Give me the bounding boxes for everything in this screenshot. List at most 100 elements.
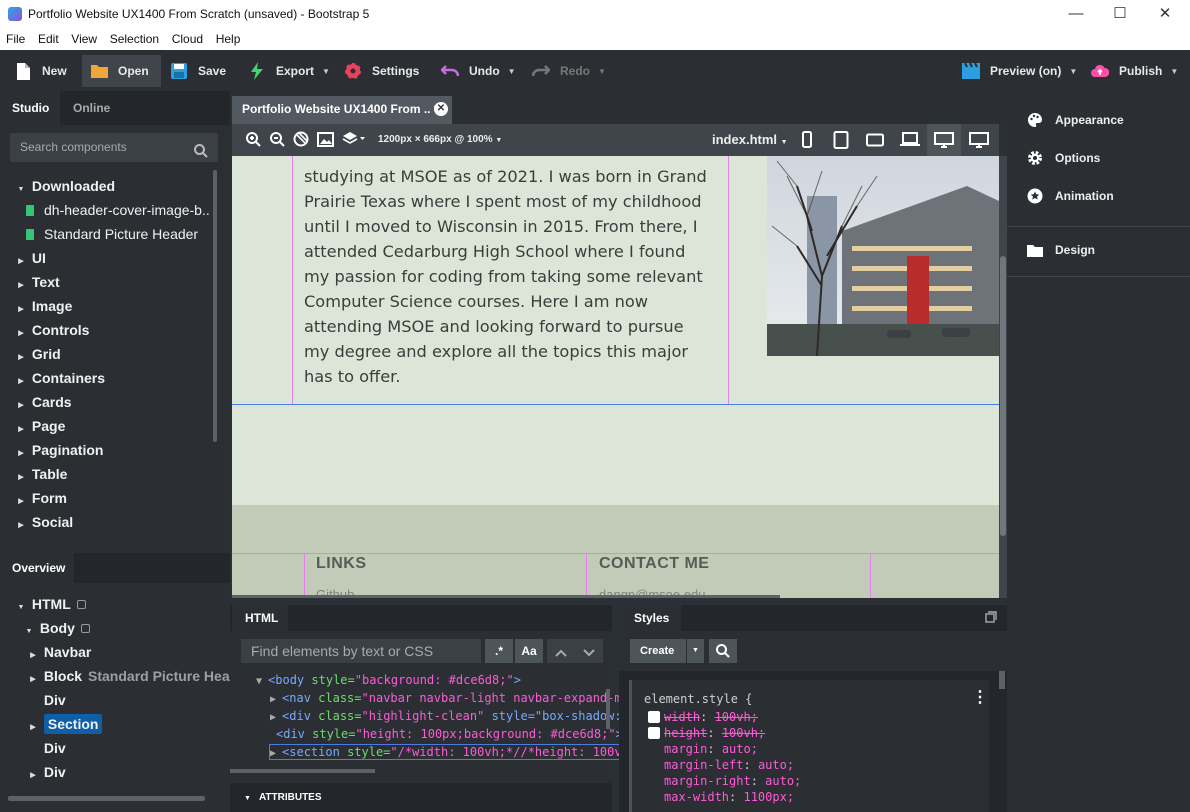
design-canvas[interactable]: studying at MSOE as of 2021. I was born … bbox=[232, 156, 999, 598]
tab-studio[interactable]: Studio bbox=[0, 91, 60, 125]
html-code-line[interactable]: <div style="height: 100px;background: #d… bbox=[270, 727, 666, 741]
overview-node[interactable]: ▼ HTML bbox=[14, 592, 230, 616]
settings-button[interactable]: Settings bbox=[344, 56, 419, 86]
category-item[interactable]: ▶ Grid bbox=[14, 342, 60, 366]
canvas-hscrollbar[interactable] bbox=[232, 595, 780, 598]
device-phone-icon[interactable] bbox=[801, 131, 813, 151]
menu-cloud[interactable]: Cloud bbox=[172, 29, 203, 46]
menu-selection[interactable]: Selection bbox=[110, 29, 159, 46]
publish-button[interactable]: Publish ▼ bbox=[1091, 56, 1178, 86]
create-rule-button[interactable]: Create ▼ bbox=[630, 639, 704, 663]
options-item[interactable]: Options bbox=[1027, 150, 1100, 166]
export-button[interactable]: Export ▼ bbox=[248, 56, 330, 86]
create-caret-icon[interactable]: ▼ bbox=[686, 639, 704, 663]
tab-styles[interactable]: Styles bbox=[619, 605, 681, 631]
html-code-line[interactable]: ▼ <body style="background: #dce6d8;"> bbox=[256, 673, 521, 687]
category-item[interactable]: ▶ Form bbox=[14, 486, 67, 510]
html-vscrollbar[interactable] bbox=[606, 689, 610, 729]
category-item[interactable]: ▶ Social bbox=[14, 510, 73, 534]
image-placeholder-icon[interactable] bbox=[317, 132, 334, 150]
style-declaration[interactable]: max-width: 1100px; bbox=[650, 790, 970, 804]
category-item[interactable]: ▶ Image bbox=[14, 294, 72, 318]
next-match-button[interactable] bbox=[575, 639, 603, 663]
about-paragraph[interactable]: studying at MSOE as of 2021. I was born … bbox=[304, 164, 714, 389]
regex-toggle-button[interactable]: .* bbox=[485, 639, 513, 663]
search-icon[interactable] bbox=[194, 140, 208, 169]
undo-button[interactable]: Undo ▼ bbox=[441, 56, 516, 86]
overview-scrollbar[interactable] bbox=[8, 796, 205, 801]
overview-node[interactable]: Div bbox=[26, 736, 230, 760]
overview-node[interactable]: ▶ Navbar bbox=[26, 640, 230, 664]
device-desktop-button[interactable] bbox=[927, 124, 961, 156]
zoom-out-icon[interactable] bbox=[270, 132, 285, 150]
menu-edit[interactable]: Edit bbox=[38, 29, 59, 46]
style-declaration[interactable]: margin: auto; bbox=[650, 742, 970, 756]
category-item[interactable]: ▶ Page bbox=[14, 414, 65, 438]
category-item[interactable]: ▶ Containers bbox=[14, 366, 105, 390]
design-item[interactable]: Design bbox=[1027, 242, 1095, 258]
canvas-vscrollbar[interactable] bbox=[999, 156, 1007, 598]
overview-node[interactable]: ▶ Div bbox=[26, 760, 230, 784]
html-code-line[interactable]: ▶ <div class="highlight-clean" style="box… bbox=[270, 709, 679, 723]
document-tab[interactable]: Portfolio Website UX1400 From .. * ✕ bbox=[232, 96, 452, 124]
appearance-item[interactable]: Appearance bbox=[1027, 112, 1124, 128]
overview-node[interactable]: ▶ Block Standard Picture Header bbox=[26, 664, 230, 688]
tab-online[interactable]: Online bbox=[73, 91, 110, 125]
previous-match-button[interactable] bbox=[547, 639, 575, 663]
footer-section[interactable]: LINKS Github CONTACT ME dangn@msoe.edu bbox=[232, 505, 999, 598]
device-tablet-landscape-icon[interactable] bbox=[866, 133, 884, 150]
category-item[interactable]: ▶ Controls bbox=[14, 318, 89, 342]
device-laptop-icon[interactable] bbox=[900, 132, 920, 150]
close-tab-icon[interactable]: ✕ bbox=[434, 102, 448, 116]
style-declaration[interactable]: margin-right: auto; bbox=[650, 774, 970, 788]
toggle-outline-icon[interactable] bbox=[293, 131, 309, 150]
category-item[interactable]: ▶ Cards bbox=[14, 390, 71, 414]
search-styles-button[interactable] bbox=[709, 639, 737, 663]
menu-view[interactable]: View bbox=[71, 29, 97, 46]
category-item[interactable]: ▶ Table bbox=[14, 462, 67, 486]
style-declaration[interactable]: height: 100vh; bbox=[648, 726, 970, 740]
styles-scrollbar[interactable] bbox=[999, 671, 1005, 689]
library-scrollbar[interactable] bbox=[213, 170, 217, 442]
component-item[interactable]: Standard Picture Header bbox=[26, 222, 198, 246]
style-declaration[interactable]: margin-left: auto; bbox=[650, 758, 970, 772]
category-item[interactable]: ▶ Text bbox=[14, 270, 59, 294]
popout-panel-icon[interactable] bbox=[985, 611, 997, 626]
component-search-input[interactable]: Search components bbox=[10, 133, 218, 162]
viewport-size-dropdown[interactable]: 1200px × 666px @ 100% ▼ bbox=[378, 134, 502, 145]
open-button[interactable]: Open bbox=[82, 55, 161, 87]
animation-item[interactable]: Animation bbox=[1027, 188, 1114, 204]
maximize-button[interactable]: ☐ bbox=[1110, 4, 1130, 24]
attributes-section[interactable]: ▼ ATTRIBUTES bbox=[230, 783, 612, 812]
category-item[interactable]: ▶ Pagination bbox=[14, 438, 103, 462]
minimize-button[interactable]: — bbox=[1066, 4, 1086, 24]
zoom-in-icon[interactable] bbox=[246, 132, 261, 150]
new-button[interactable]: New bbox=[14, 56, 67, 86]
device-tablet-icon[interactable] bbox=[833, 131, 849, 152]
find-elements-input[interactable]: Find elements by text or CSS bbox=[241, 639, 481, 663]
more-options-icon[interactable]: ⋮ bbox=[972, 690, 988, 706]
close-window-button[interactable]: ✕ bbox=[1155, 4, 1175, 24]
style-rule-block[interactable]: element.style { ⋮ width: 100vh; height: 1… bbox=[629, 680, 989, 812]
menu-help[interactable]: Help bbox=[216, 29, 241, 46]
match-case-button[interactable]: Aa bbox=[515, 639, 543, 663]
menu-file[interactable]: File bbox=[6, 29, 25, 46]
overview-node[interactable]: ▼ Body bbox=[22, 616, 230, 640]
page-file-dropdown[interactable]: index.html ▼ bbox=[712, 132, 788, 147]
rule-toggle-checkbox[interactable] bbox=[648, 711, 660, 723]
preview-button[interactable]: Preview (on) ▼ bbox=[962, 56, 1077, 86]
layers-icon[interactable] bbox=[342, 131, 366, 150]
category-downloaded[interactable]: ▼ Downloaded bbox=[14, 174, 116, 198]
category-item[interactable]: ▶ UI bbox=[14, 246, 46, 270]
overview-node[interactable]: ▶ Section bbox=[26, 712, 230, 736]
tab-overview[interactable]: Overview bbox=[0, 553, 74, 583]
save-button[interactable]: Save bbox=[170, 56, 226, 86]
tab-html[interactable]: HTML bbox=[232, 605, 288, 631]
html-hscrollbar[interactable] bbox=[230, 769, 375, 773]
redo-button[interactable]: Redo ▼ bbox=[532, 56, 606, 86]
rule-toggle-checkbox[interactable] bbox=[648, 727, 660, 739]
campus-building-image[interactable] bbox=[767, 156, 999, 356]
style-declaration[interactable]: width: 100vh; bbox=[648, 710, 970, 724]
component-item[interactable]: dh-header-cover-image-b... bbox=[26, 198, 211, 222]
overview-node[interactable]: Div bbox=[26, 688, 230, 712]
